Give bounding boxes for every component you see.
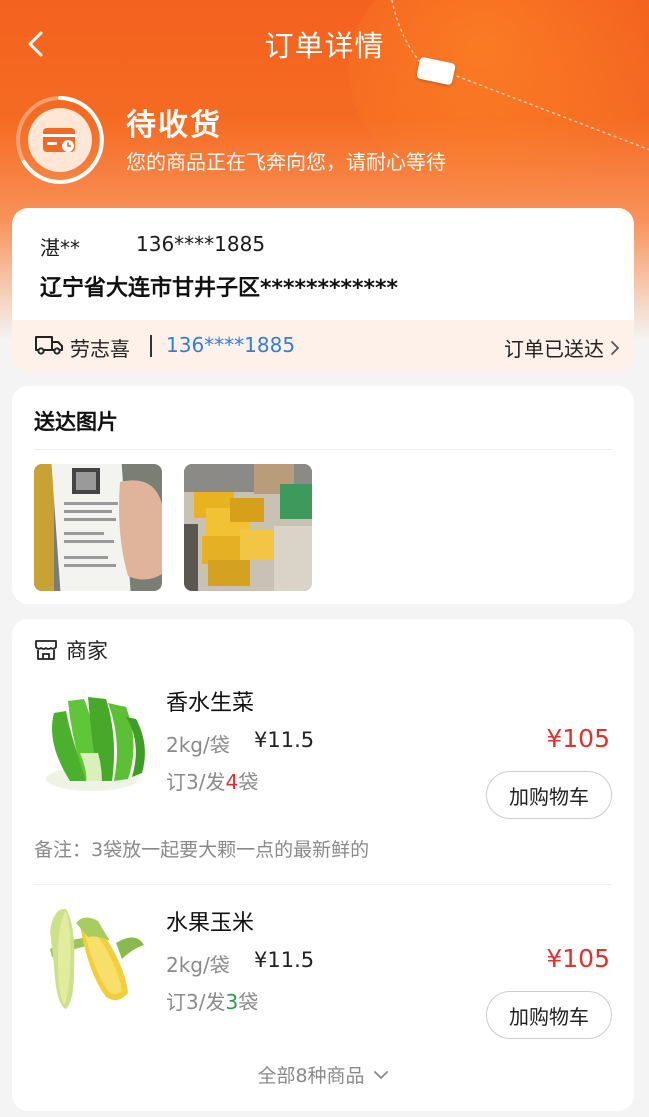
packages-photo[interactable]: [184, 464, 312, 591]
quantity-sent: 4: [225, 770, 239, 794]
chevron-left-icon: [28, 31, 43, 57]
courier-name: 劳志喜: [70, 337, 130, 361]
goods-image-lettuce[interactable]: [32, 683, 152, 801]
merchant-row[interactable]: 商家: [34, 635, 108, 665]
goods-spec: 2kg/袋: [166, 953, 230, 977]
quantity-unit: 袋: [238, 770, 259, 794]
delivery-photos-card: 送达图片: [12, 386, 634, 604]
quantity-ordered: 订3/发: [166, 990, 226, 1014]
show-all-goods-button[interactable]: 全部8种商品: [12, 1061, 634, 1088]
goods-remark: 备注：3袋放一起要大颗一点的最新鲜的: [34, 839, 370, 861]
goods-spec: 2kg/袋: [166, 733, 230, 757]
goods-name: 水果玉米: [166, 911, 255, 936]
receipt-photo[interactable]: [34, 464, 162, 591]
back-button[interactable]: [18, 26, 54, 62]
order-delivered-label: 订单已送达: [504, 337, 604, 361]
recipient-address: 辽宁省大连市甘井子区************: [40, 276, 399, 301]
add-to-cart-button[interactable]: 加购物车: [486, 771, 612, 819]
packages-photo-image: [184, 464, 312, 591]
status-icon-container: [28, 108, 92, 172]
order-delivered-link[interactable]: 订单已送达: [504, 333, 620, 362]
delivery-photos-title: 送达图片: [34, 410, 118, 434]
goods-total-price: ¥105: [546, 944, 610, 973]
lettuce-image: [32, 683, 152, 801]
merchant-label: 商家: [66, 639, 108, 663]
order-status-subtitle: 您的商品正在飞奔向您，请耐心等待: [126, 150, 446, 174]
recipient-name: 湛**: [40, 236, 80, 260]
page-title: 订单详情: [264, 29, 385, 63]
show-all-label: 全部8种商品: [257, 1065, 365, 1087]
quantity-ordered: 订3/发: [166, 770, 226, 794]
quantity-unit: 袋: [238, 990, 259, 1014]
goods-total-price: ¥105: [546, 724, 610, 753]
recipient-phone: 136****1885: [136, 232, 266, 256]
truck-icon: [35, 336, 63, 355]
corn-image: [32, 901, 152, 1019]
courier-divider: [150, 335, 152, 357]
goods-name: 香水生菜: [166, 691, 255, 716]
chevron-down-icon: [373, 1070, 388, 1079]
goods-divider: [34, 884, 612, 885]
quantity-sent: 3: [225, 990, 239, 1014]
address-card: 湛** 136****1885 辽宁省大连市甘井子区************ 劳…: [12, 208, 634, 372]
goods-quantity: 订3/发4袋: [166, 766, 258, 795]
navigation-bar: 订单详情: [0, 18, 649, 70]
courier-phone-link[interactable]: 136****1885: [166, 333, 295, 357]
delivery-card-icon: [43, 128, 75, 152]
goods-unit-price: ¥11.5: [254, 948, 315, 972]
add-to-cart-button[interactable]: 加购物车: [486, 991, 612, 1039]
courier-bar: 劳志喜 136****1885 订单已送达: [12, 320, 634, 372]
goods-quantity: 订3/发3袋: [166, 986, 258, 1015]
store-icon: [35, 640, 57, 660]
goods-image-corn[interactable]: [32, 901, 152, 1019]
goods-card: 商家 香水生菜 2kg/袋 ¥11.5 订3/发4袋 ¥105 加购物车 备注：…: [12, 619, 634, 1111]
goods-unit-price: ¥11.5: [254, 728, 315, 752]
order-status-title: 待收货: [126, 108, 222, 143]
section-divider: [34, 449, 612, 450]
receipt-photo-image: [34, 464, 162, 591]
chevron-right-icon: [611, 340, 620, 355]
